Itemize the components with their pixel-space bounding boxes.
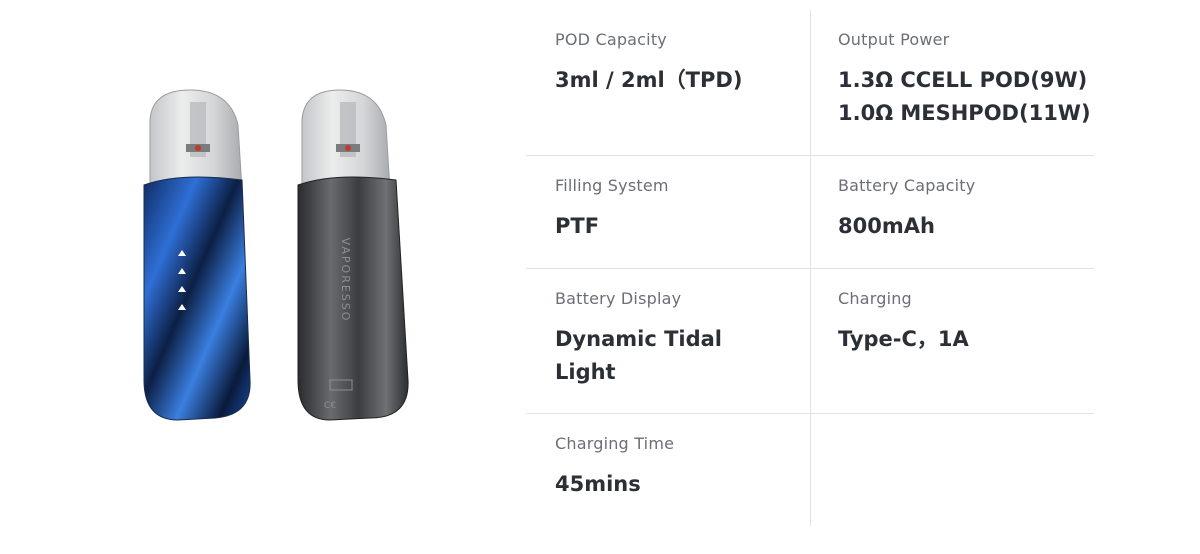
- spec-value-line: 45mins: [555, 472, 641, 496]
- spec-value: PTF: [555, 210, 811, 243]
- spec-label: Charging: [838, 289, 912, 308]
- spec-label: Filling System: [555, 176, 669, 195]
- spec-value-line: 1.3Ω CCELL POD(9W): [838, 68, 1088, 92]
- spec-output-power: Output Power 1.3Ω CCELL POD(9W) 1.0Ω MES…: [838, 30, 1094, 130]
- row-divider: [526, 268, 1094, 269]
- spec-label: POD Capacity: [555, 30, 667, 49]
- spec-charging-time: Charging Time 45mins: [555, 434, 811, 501]
- spec-label: Battery Capacity: [838, 176, 976, 195]
- spec-value-line: PTF: [555, 214, 600, 238]
- brand-mark: VAPORESSO: [339, 238, 352, 323]
- grey-device: VAPORESSO C€: [297, 89, 409, 421]
- blue-device: [143, 89, 251, 421]
- spec-value-line: Type-C，1A: [838, 327, 969, 351]
- spec-label: Output Power: [838, 30, 950, 49]
- spec-label: Charging Time: [555, 434, 675, 453]
- spec-value-line: 800mAh: [838, 214, 935, 238]
- spec-value: 45mins: [555, 468, 811, 501]
- spec-value-line: Light: [555, 360, 616, 384]
- spec-value-line: 1.0Ω MESHPOD(11W): [838, 101, 1091, 125]
- product-image: VAPORESSO C€: [143, 89, 409, 421]
- spec-value: 1.3Ω CCELL POD(9W) 1.0Ω MESHPOD(11W): [838, 64, 1094, 130]
- ce-mark: C€: [324, 401, 336, 411]
- spec-charging: Charging Type-C，1A: [838, 289, 1094, 356]
- spec-pod-capacity: POD Capacity 3ml / 2ml（TPD): [555, 30, 811, 97]
- spec-label: Battery Display: [555, 289, 682, 308]
- spec-value-line: Dynamic Tidal: [555, 327, 723, 351]
- spec-battery-display: Battery Display Dynamic Tidal Light: [555, 289, 811, 389]
- spec-value: Type-C，1A: [838, 323, 1094, 356]
- spec-battery-capacity: Battery Capacity 800mAh: [838, 176, 1094, 243]
- spec-table: POD Capacity 3ml / 2ml（TPD) Output Power…: [526, 10, 1094, 526]
- row-divider: [526, 413, 1094, 414]
- spec-value: Dynamic Tidal Light: [555, 323, 811, 389]
- row-divider: [526, 155, 1094, 156]
- spec-section: VAPORESSO C€ POD Capacity 3ml / 2ml（TPD)…: [0, 0, 1200, 554]
- spec-filling-system: Filling System PTF: [555, 176, 811, 243]
- spec-value: 3ml / 2ml（TPD): [555, 64, 811, 97]
- spec-value-line: 3ml / 2ml（TPD): [555, 68, 743, 92]
- spec-value: 800mAh: [838, 210, 1094, 243]
